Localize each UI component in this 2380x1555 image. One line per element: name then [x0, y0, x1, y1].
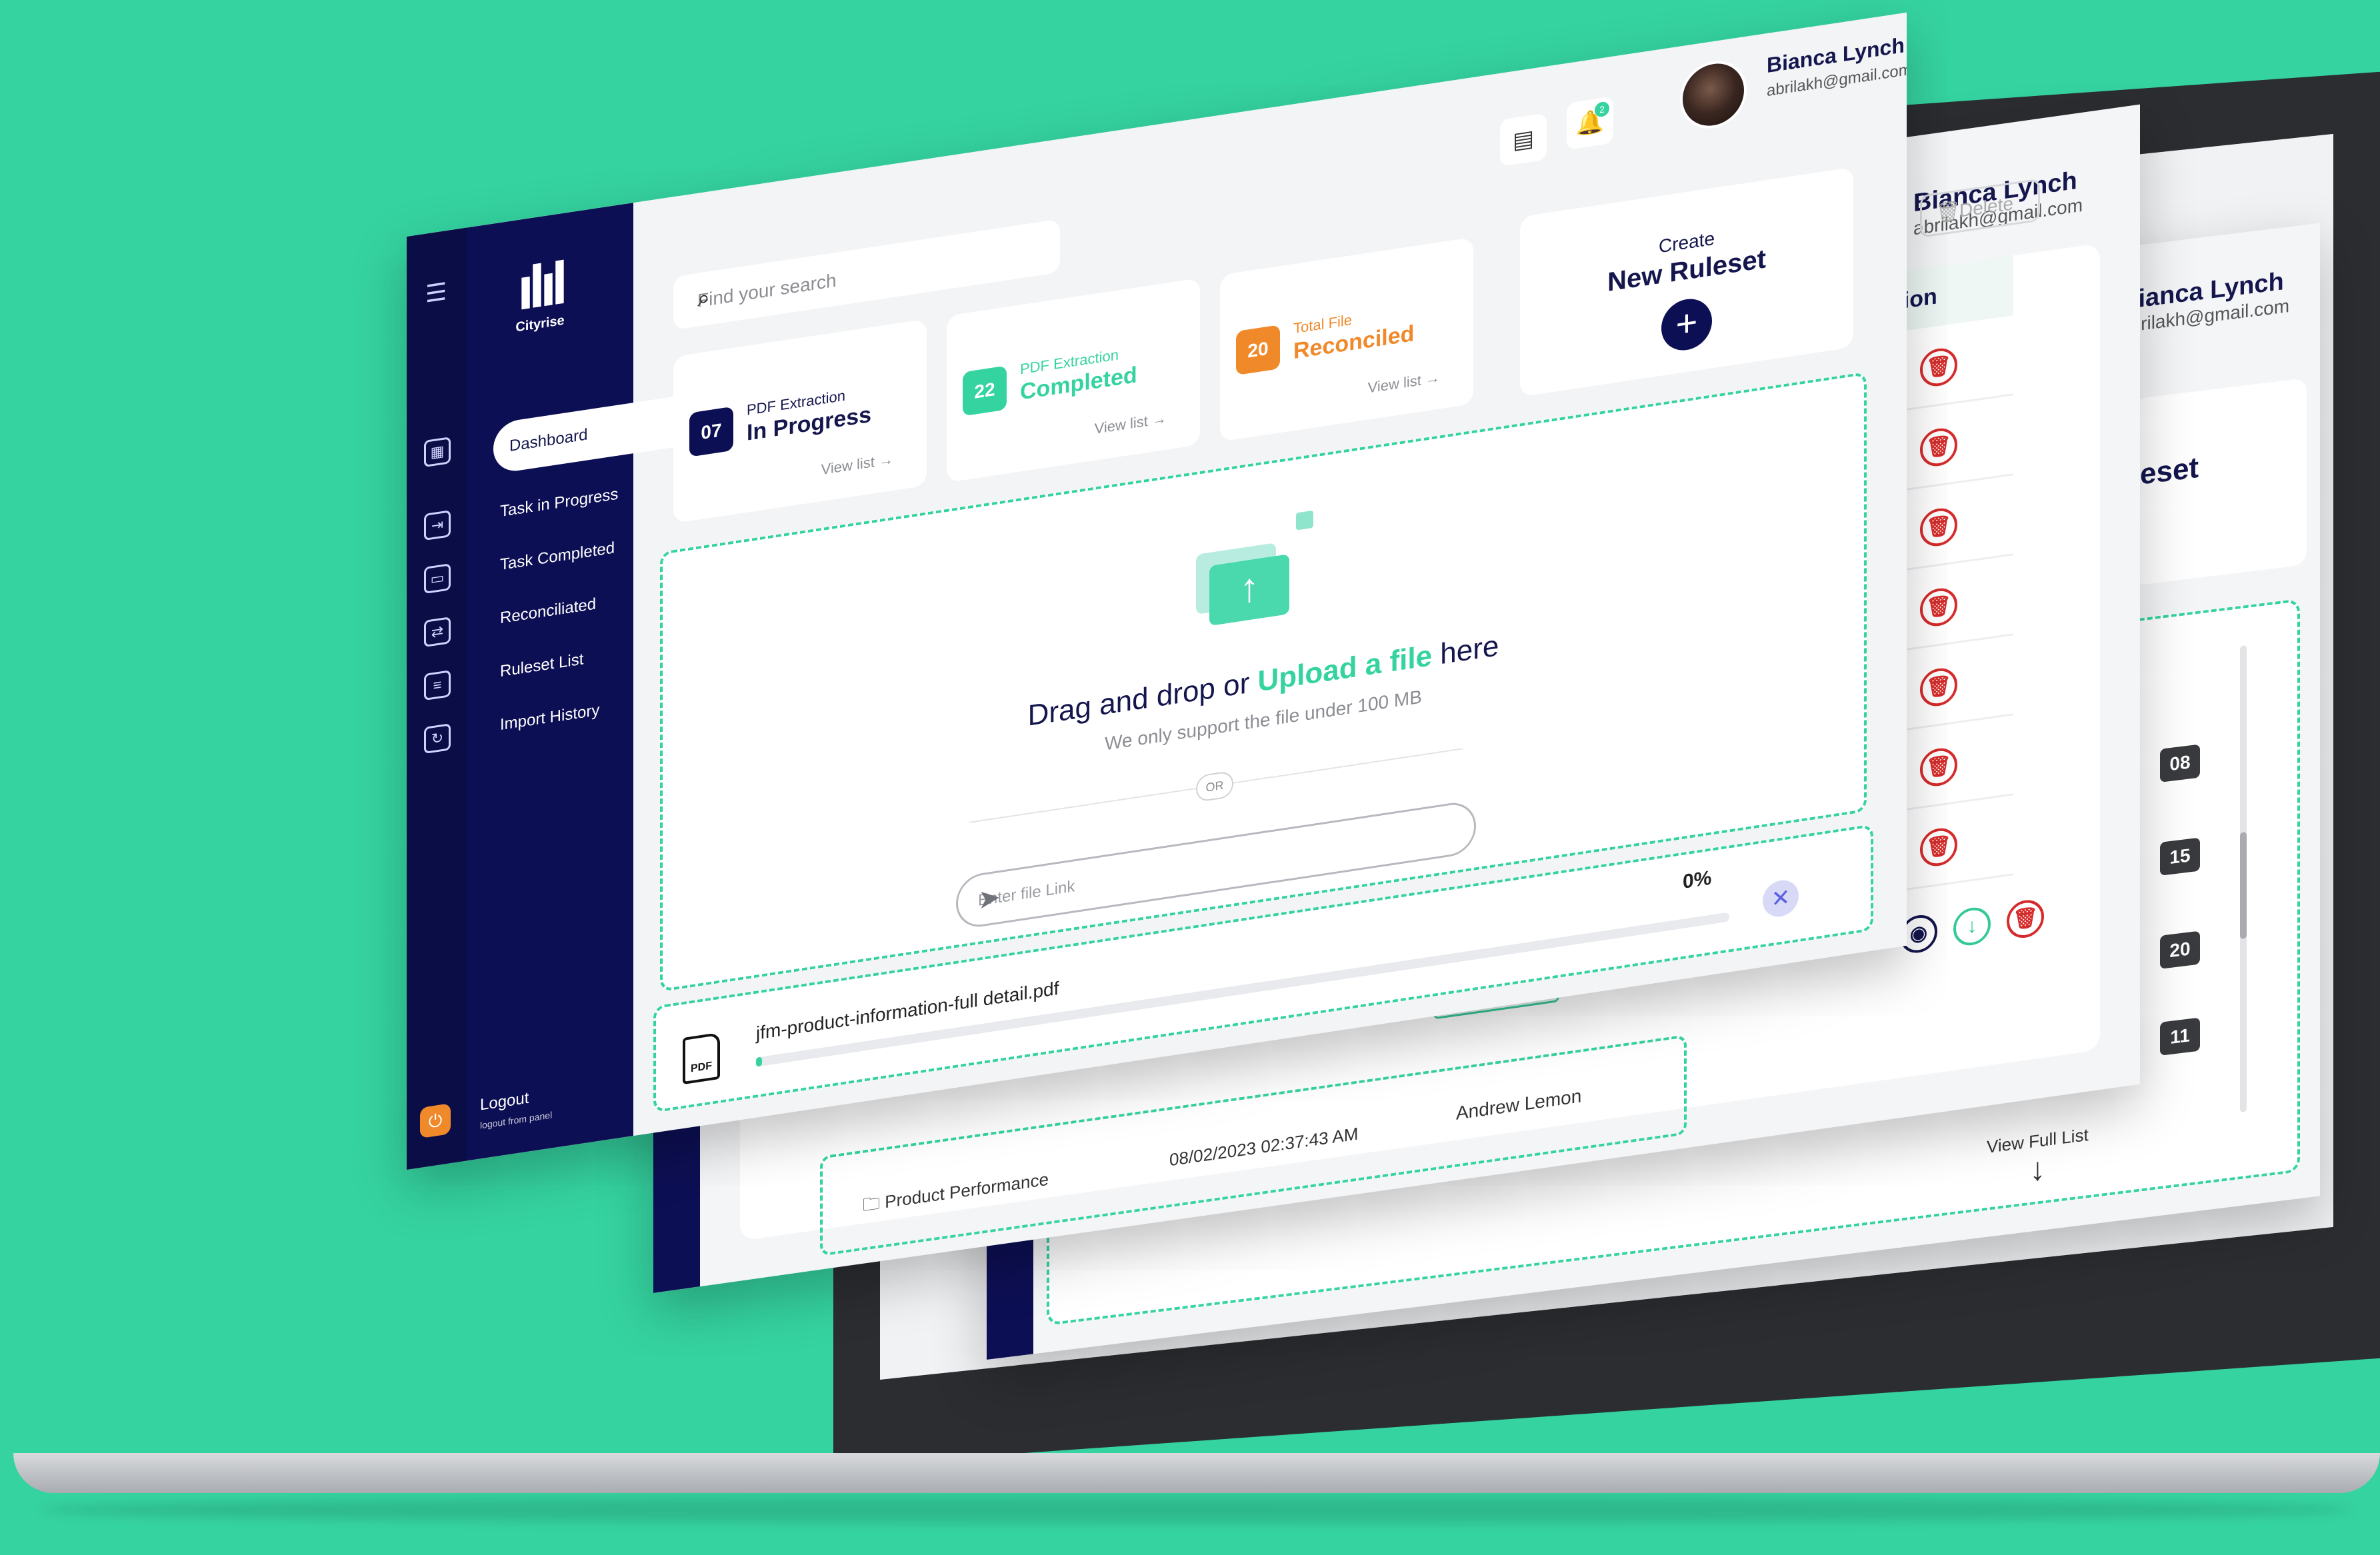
sidebar: ☰ ılıl Cityrise ▦ ⇥ ▭ ⇄ ≡ ↻ Dashboard Ta…	[407, 203, 673, 1170]
stat-number: 07	[689, 406, 733, 457]
pdf-file-icon: PDF	[683, 1032, 720, 1085]
download-icon[interactable]: ↓	[1953, 905, 1991, 948]
trash-icon: 🗑	[1935, 199, 1961, 225]
count-badge: 20	[2160, 930, 2200, 969]
power-icon[interactable]: ⏻	[420, 1103, 451, 1139]
scrollbar-thumb[interactable]	[2240, 831, 2247, 940]
delete-label: Delete	[1959, 193, 2013, 221]
delete-icon[interactable]: 🗑	[1920, 586, 1957, 629]
document-icon[interactable]: ≡	[424, 670, 451, 701]
view-list-link[interactable]: View list →	[1095, 410, 1167, 438]
history-icon[interactable]: ↻	[424, 723, 451, 755]
folder-name: Product Performance	[885, 1168, 1049, 1212]
progress-fill	[756, 1056, 762, 1067]
stat-card-in-progress[interactable]: 07 PDF Extraction In Progress View list …	[673, 319, 927, 524]
folder-item[interactable]: 🗀 Product Performance	[863, 1167, 1049, 1222]
notification-badge: 2	[1595, 101, 1609, 118]
close-icon[interactable]: ✕	[1763, 877, 1799, 920]
folder-icon[interactable]: ▭	[424, 563, 451, 595]
stat-number: 20	[1236, 325, 1280, 376]
delete-icon[interactable]: 🗑	[1920, 426, 1957, 469]
sidebar-item-dashboard[interactable]: Dashboard	[493, 397, 673, 475]
partial-title: eset	[2140, 451, 2199, 491]
sidebar-item-ruleset-list[interactable]: Ruleset List	[500, 650, 583, 681]
import-icon[interactable]: ⇥	[424, 510, 451, 541]
history-date: 08/02/2023 02:37:43 AM	[1169, 1123, 1359, 1170]
back-create-card[interactable]: eset	[2133, 377, 2307, 586]
delete-icon[interactable]: 🗑	[1920, 346, 1957, 389]
sidebar-item-label: Dashboard	[509, 425, 588, 455]
logout-button[interactable]: Logout	[480, 1089, 529, 1115]
user-info[interactable]: Bianca Lynch abrilakh@gmail.com	[1767, 32, 1907, 101]
decor-square	[1296, 510, 1313, 531]
count-badge: 08	[2160, 744, 2200, 782]
upload-size-note: We only support the file under 100 MB	[1105, 686, 1422, 755]
stat-card-reconciled[interactable]: 20 Total File Reconciled View list →	[1220, 237, 1473, 442]
reconcile-icon[interactable]: ⇄	[424, 617, 451, 648]
avatar[interactable]	[1680, 56, 1747, 133]
menu-icon[interactable]: ☰	[425, 277, 447, 309]
sidebar-item-task-in-progress[interactable]: Task in Progress	[500, 485, 618, 522]
folder-upload-icon: ↑	[1196, 510, 1313, 627]
plus-icon[interactable]: +	[1661, 295, 1712, 354]
delete-icon[interactable]: 🗑	[1920, 826, 1957, 868]
delete-icon[interactable]: 🗑	[2007, 897, 2044, 940]
sidebar-item-reconciliated[interactable]: Reconciliated	[500, 595, 596, 629]
count-badge: 15	[2160, 837, 2200, 876]
sidebar-item-import-history[interactable]: Import History	[500, 701, 599, 735]
view-list-link[interactable]: View list →	[821, 451, 893, 479]
laptop-shadow	[40, 1496, 2353, 1523]
upload-percent: 0%	[1683, 866, 1712, 893]
view-list-link[interactable]: View list →	[1368, 369, 1440, 397]
search-icon[interactable]: ⌕	[697, 235, 1040, 313]
delete-icon[interactable]: 🗑	[1920, 746, 1957, 788]
delete-icon[interactable]: 🗑	[1920, 506, 1957, 549]
upload-title-suffix: here	[1432, 629, 1499, 673]
dashboard-grid-icon[interactable]: ▦	[424, 437, 451, 468]
stat-number: 22	[963, 365, 1007, 417]
back-user-info: Bianca Lynch abrilakh@gmail.com	[2120, 267, 2289, 337]
laptop-base	[13, 1453, 2380, 1493]
count-badge: 11	[2160, 1017, 2200, 1056]
bell-icon[interactable]: 🔔 2	[1567, 96, 1613, 150]
arrow-up-icon: ↑	[1209, 554, 1289, 627]
scrollbar[interactable]	[2240, 645, 2247, 1113]
sidebar-item-task-completed[interactable]: Task Completed	[500, 539, 615, 575]
delete-icon[interactable]: 🗑	[1920, 666, 1957, 709]
history-author: Andrew Lemon	[1456, 1085, 1582, 1124]
create-ruleset-card[interactable]: Create New Ruleset +	[1520, 167, 1853, 397]
chat-icon[interactable]: ▤	[1500, 113, 1547, 167]
logo: ılıl Cityrise	[493, 250, 587, 339]
stat-card-completed[interactable]: 22 PDF Extraction Completed View list →	[947, 278, 1200, 483]
or-separator: OR	[1196, 770, 1233, 803]
